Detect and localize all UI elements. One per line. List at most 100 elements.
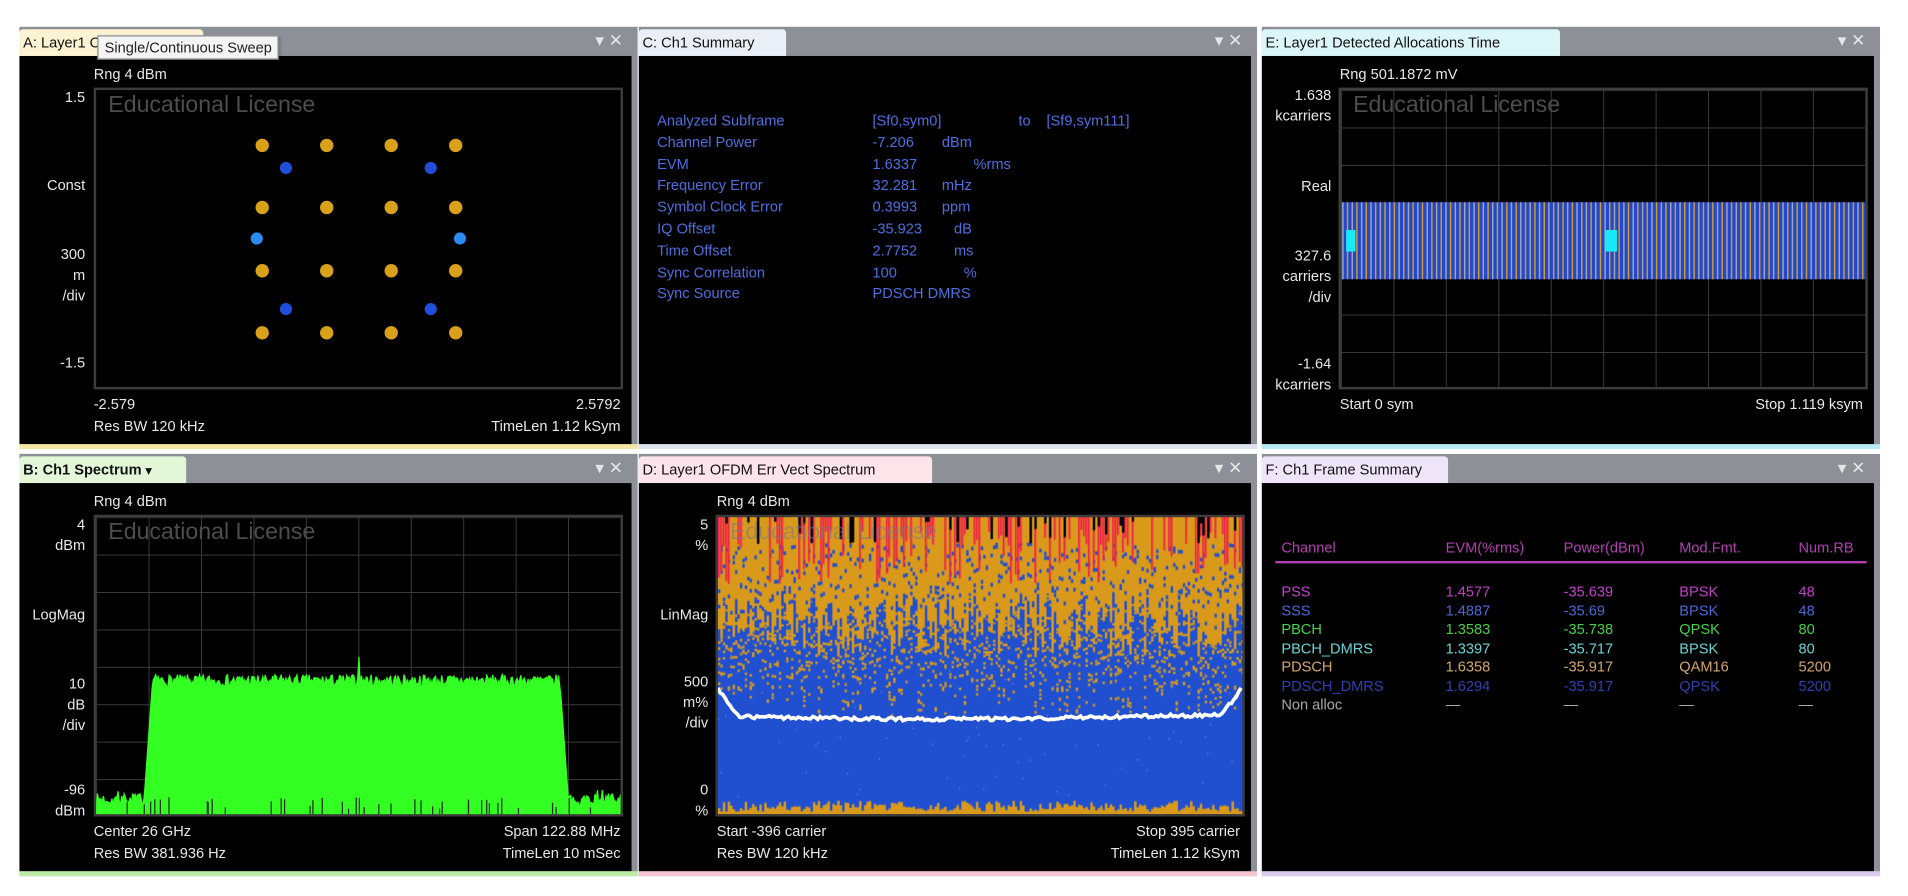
y-scale-value: 327.6 [1294,247,1332,265]
table-row: PBCH 1.3583 -35.738 QPSK 80 [1262,621,1874,639]
column-header: Num.RB [1798,539,1854,557]
constellation-point-bpsk [250,232,263,245]
trace-area[interactable]: Rng 501.1872 mV 1.638 kcarriers Real 327.… [1261,55,1874,445]
time-len-label: TimeLen 1.12 kSym [491,417,621,435]
allocation-stripe [1838,202,1840,280]
allocation-stripe [1758,202,1761,280]
tab-panel-f[interactable]: F: Ch1 Frame Summary [1261,456,1449,484]
y-format-label: Const [47,176,86,194]
res-bw-label: Res BW 381.936 Hz [93,844,226,862]
y-bottom-unit: dBm [55,801,86,819]
allocation-stripe [1412,202,1414,280]
allocation-stripe [1473,202,1475,280]
allocation-stripe [1524,202,1527,280]
dropdown-icon[interactable]: ▾ [1215,458,1228,477]
allocation-stripe [1543,202,1546,280]
y-bottom-label: -1.5 [60,354,86,372]
allocation-stripe [1459,202,1461,280]
y-bottom-label: 0% [695,780,708,821]
allocation-stripe [1384,202,1386,280]
allocation-stripe [1796,202,1798,280]
summary-label: Symbol Clock Error [657,198,783,216]
y-top-value: 5 [700,515,709,533]
dropdown-icon[interactable]: ▾ [595,30,608,49]
trace-area[interactable]: Rng 4 dBm 1.5 Const 300 m/div -1.5 Educat… [19,55,632,445]
y-scale-div: /div [62,716,86,734]
tooltip-single-continuous-sweep: Single/Continuous Sweep [97,35,280,60]
panel-a-constellation: A: Layer1 OFDM Meas ▾✕ Rng 4 dBm 1.5 Con… [19,26,638,450]
allocation-stripe [1665,202,1667,280]
summary-value: 32.281 [872,176,918,194]
cell-power: -35.738 [1563,620,1614,638]
allocation-stripe [1847,202,1850,280]
close-icon[interactable]: ✕ [609,30,628,49]
y-top-value: 4 [77,515,86,533]
cell-rb: 48 [1798,582,1815,600]
dropdown-icon[interactable]: ▾ [1838,30,1851,49]
allocation-stripe [1566,202,1569,280]
allocation-stripe [1595,202,1597,280]
trace-area[interactable]: Rng 4 dBm 5% LinMag 500 m% /div 0% Educati… [638,483,1251,872]
dropdown-icon[interactable]: ▾ [595,458,608,477]
cell-evm: — [1445,696,1461,714]
vsa-workspace: A: Layer1 OFDM Meas ▾✕ Rng 4 dBm 1.5 Con… [0,0,1908,896]
summary-row: Symbol Clock Error 0.3993 ppm [639,199,1251,220]
allocation-stripe [1599,202,1602,280]
dropdown-icon[interactable]: ▾ [1838,458,1851,477]
allocation-stripe [1726,202,1728,280]
close-icon[interactable]: ✕ [1851,458,1870,477]
close-icon[interactable]: ✕ [1228,30,1247,49]
summary-value: 100 [872,263,897,281]
allocation-stripe [1454,202,1457,280]
allocation-stripe [1398,202,1400,280]
summary-row: Sync Correlation 100% [639,264,1251,285]
cell-rb: — [1798,696,1814,714]
allocation-stripe [1510,202,1513,280]
tab-panel-b[interactable]: B: Ch1 Spectrum ▾ [19,456,187,484]
allocation-stripe [1417,202,1419,280]
close-icon[interactable]: ✕ [1228,458,1247,477]
allocation-stripe [1379,202,1382,280]
dropdown-icon[interactable]: ▾ [1215,30,1228,49]
cell-evm: 1.6294 [1445,677,1491,695]
table-row: SSS 1.4887 -35.69 BPSK 48 [1262,602,1874,620]
allocation-stripe [1702,202,1705,280]
allocation-stripe [1506,202,1508,280]
allocation-stripe [1679,202,1681,280]
allocation-stripe [1623,202,1625,280]
constellation-point-qam16 [255,138,270,152]
summary-label: Sync Correlation [657,263,766,281]
panel-c-controls: ▾✕ [1215,30,1248,51]
header-divider [1275,560,1867,564]
column-header: Channel [1281,539,1336,557]
center-freq-label: Center 26 GHz [93,822,192,840]
y-format-label: LogMag [32,605,86,624]
tab-panel-d[interactable]: D: Layer1 OFDM Err Vect Spectrum [638,456,933,484]
tab-panel-e[interactable]: E: Layer1 Detected Allocations Time [1261,29,1560,56]
allocation-stripe [1501,202,1503,280]
summary-row: Time Offset 2.7752 ms [639,242,1251,263]
y-scale-div: /div [1308,288,1332,306]
summary-row: EVM 1.6337 %rms [639,155,1251,176]
tab-menu-arrow-icon[interactable]: ▾ [146,465,152,478]
trace-area[interactable]: Rng 4 dBm 4 dBm LogMag 10 dB/div -96 dBm Ed… [19,483,632,872]
summary-unit: %rms [973,155,1011,173]
summary-unit: dB [954,220,972,238]
allocation-stripe [1342,202,1344,280]
allocation-stripe [1824,202,1826,280]
allocation-stripe [1529,202,1531,280]
y-top-unit: dBm [55,536,86,554]
allocation-stripe [1491,202,1494,280]
close-icon[interactable]: ✕ [609,458,628,477]
allocation-stripe [1660,202,1663,280]
y-scale-div: /div [685,714,709,732]
cell-mod: QPSK [1679,677,1720,695]
constellation-point-qam16 [448,201,463,215]
cell-evm: 1.6358 [1445,658,1491,676]
cell-evm: 1.4887 [1445,601,1491,619]
close-icon[interactable]: ✕ [1851,30,1870,49]
allocation-stripe [1618,202,1620,280]
allocation-marker [1346,229,1356,252]
tab-panel-c[interactable]: C: Ch1 Summary [638,29,787,56]
panel-f-strip [1261,871,1881,877]
